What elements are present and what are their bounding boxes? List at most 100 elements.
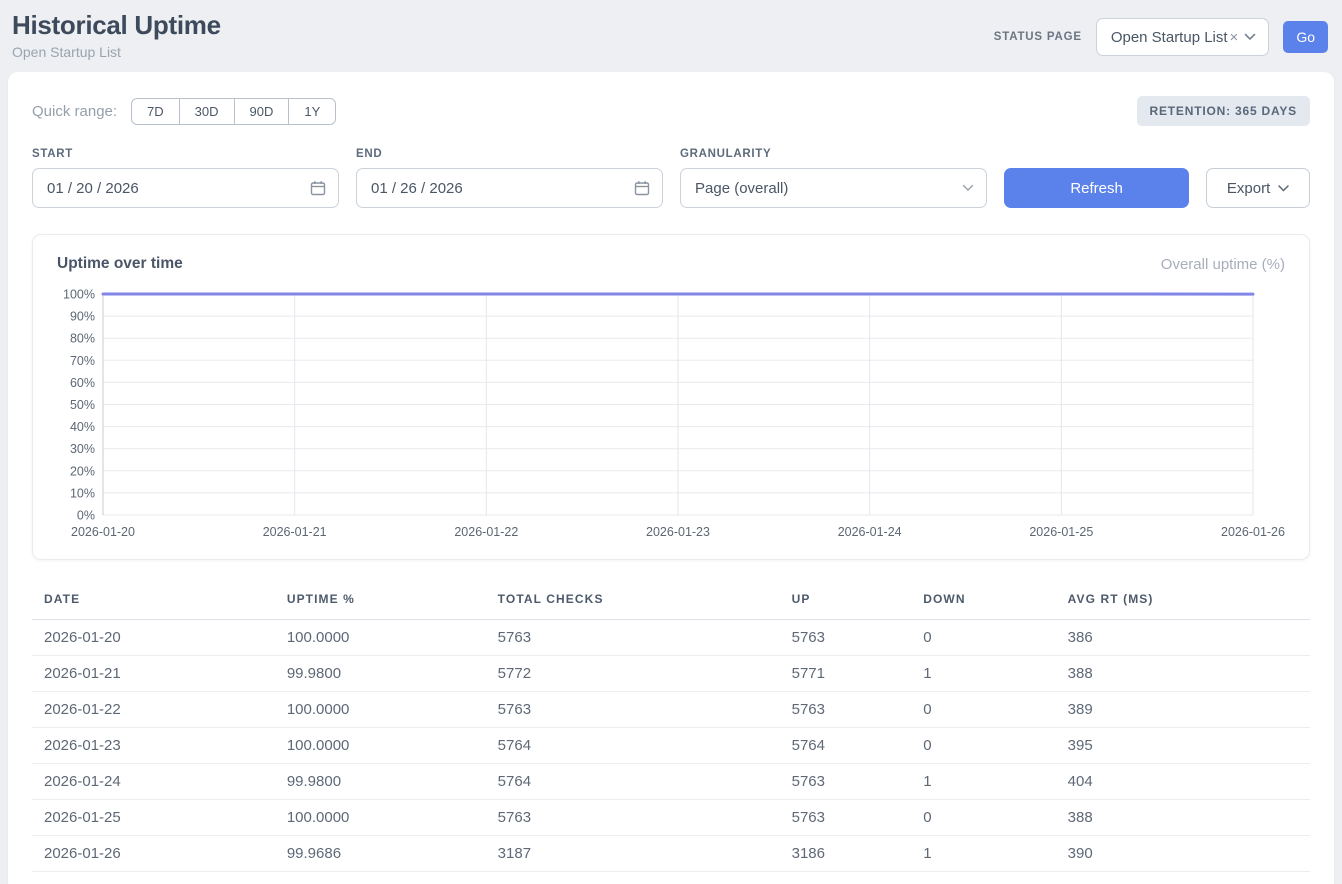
svg-text:2026-01-21: 2026-01-21 [263,525,327,539]
table-cell: 5763 [486,620,780,656]
table-cell: 0 [911,728,1055,764]
table-cell: 388 [1056,656,1310,692]
table-cell: 99.9800 [275,764,486,800]
quick-range-30d[interactable]: 30D [179,98,235,125]
status-page-select[interactable]: Open Startup List × [1096,18,1270,56]
table-cell: 395 [1056,728,1310,764]
table-row: 2026-01-22100.0000576357630389 [32,692,1310,728]
table-header-row: DATEUPTIME %TOTAL CHECKSUPDOWNAVG RT (MS… [32,584,1310,620]
column-header: DATE [32,584,275,620]
table-cell: 1 [911,656,1055,692]
export-button[interactable]: Export [1206,168,1310,208]
table-cell: 1 [911,764,1055,800]
column-header: AVG RT (MS) [1056,584,1310,620]
granularity-label: GRANULARITY [680,148,987,160]
table-row: 2026-01-2199.9800577257711388 [32,656,1310,692]
table-cell: 1 [911,836,1055,872]
table-cell: 5763 [780,692,912,728]
uptime-table: DATEUPTIME %TOTAL CHECKSUPDOWNAVG RT (MS… [32,584,1310,872]
table-cell: 2026-01-23 [32,728,275,764]
table-cell: 99.9686 [275,836,486,872]
column-header: DOWN [911,584,1055,620]
refresh-button[interactable]: Refresh [1004,168,1189,208]
table-cell: 388 [1056,800,1310,836]
svg-text:2026-01-24: 2026-01-24 [838,525,902,539]
start-date-input[interactable]: 01 / 20 / 2026 [32,168,339,208]
svg-text:70%: 70% [70,354,95,368]
table-row: 2026-01-2499.9800576457631404 [32,764,1310,800]
svg-text:30%: 30% [70,442,95,456]
end-label: END [356,148,663,160]
table-cell: 3187 [486,836,780,872]
chevron-down-icon [962,184,974,192]
retention-badge: RETENTION: 365 DAYS [1137,96,1310,126]
start-date-value: 01 / 20 / 2026 [47,180,139,197]
table-cell: 5764 [780,728,912,764]
table-cell: 5763 [780,800,912,836]
table-cell: 99.9800 [275,656,486,692]
svg-text:40%: 40% [70,420,95,434]
svg-text:60%: 60% [70,376,95,390]
table-cell: 5763 [780,620,912,656]
table-row: 2026-01-23100.0000576457640395 [32,728,1310,764]
status-page-controls: STATUS PAGE Open Startup List × Go [994,18,1328,56]
title-block: Historical Uptime Open Startup List [12,10,221,60]
table-cell: 100.0000 [275,692,486,728]
status-page-value: Open Startup List [1111,29,1228,46]
chart-title: Uptime over time [57,255,183,273]
svg-text:2026-01-26: 2026-01-26 [1221,525,1285,539]
calendar-icon[interactable] [310,180,326,196]
filters-row: START 01 / 20 / 2026 END 01 / 26 / 2026 … [32,148,1310,208]
table-row: 2026-01-2699.9686318731861390 [32,836,1310,872]
svg-text:100%: 100% [63,288,95,302]
table-cell: 2026-01-20 [32,620,275,656]
column-header: TOTAL CHECKS [486,584,780,620]
quick-range-1y[interactable]: 1Y [288,98,336,125]
end-date-input[interactable]: 01 / 26 / 2026 [356,168,663,208]
status-page-label: STATUS PAGE [994,31,1082,43]
table-cell: 2026-01-26 [32,836,275,872]
start-label: START [32,148,339,160]
table-cell: 0 [911,620,1055,656]
granularity-select[interactable]: Page (overall) [680,168,987,208]
table-cell: 5771 [780,656,912,692]
svg-text:2026-01-20: 2026-01-20 [71,525,135,539]
table-cell: 5764 [486,728,780,764]
table-row: 2026-01-25100.0000576357630388 [32,800,1310,836]
table-cell: 5764 [486,764,780,800]
end-date-value: 01 / 26 / 2026 [371,180,463,197]
quick-range-row: Quick range: 7D30D90D1Y RETENTION: 365 D… [32,96,1310,126]
table-cell: 5772 [486,656,780,692]
uptime-chart-card: Uptime over time Overall uptime (%) 0% 10… [32,234,1310,560]
chart-legend: Overall uptime (%) [1161,256,1285,273]
end-date-field-group: END 01 / 26 / 2026 [356,148,663,208]
table-cell: 2026-01-24 [32,764,275,800]
calendar-icon[interactable] [634,180,650,196]
table-cell: 404 [1056,764,1310,800]
svg-text:2026-01-22: 2026-01-22 [454,525,518,539]
clear-icon[interactable]: × [1230,29,1239,46]
quick-range-7d[interactable]: 7D [131,98,180,125]
main-panel: Quick range: 7D30D90D1Y RETENTION: 365 D… [8,72,1334,884]
go-button[interactable]: Go [1283,21,1328,53]
table-cell: 3186 [780,836,912,872]
page-subtitle: Open Startup List [12,44,221,60]
chevron-down-icon [1278,185,1289,192]
page-title: Historical Uptime [12,10,221,41]
table-cell: 2026-01-25 [32,800,275,836]
svg-text:20%: 20% [70,464,95,478]
table-cell: 2026-01-21 [32,656,275,692]
svg-text:0%: 0% [77,509,95,523]
uptime-chart: 0%10%20%30%40%50%60%70%80%90%100%2026-01… [57,285,1285,543]
export-label: Export [1227,180,1270,197]
quick-range-label: Quick range: [32,103,117,120]
table-cell: 100.0000 [275,728,486,764]
table-cell: 100.0000 [275,620,486,656]
svg-text:80%: 80% [70,332,95,346]
granularity-field-group: GRANULARITY Page (overall) [680,148,987,208]
quick-range-90d[interactable]: 90D [234,98,290,125]
table-cell: 5763 [486,800,780,836]
column-header: UP [780,584,912,620]
start-date-field-group: START 01 / 20 / 2026 [32,148,339,208]
chevron-down-icon [1244,33,1256,41]
